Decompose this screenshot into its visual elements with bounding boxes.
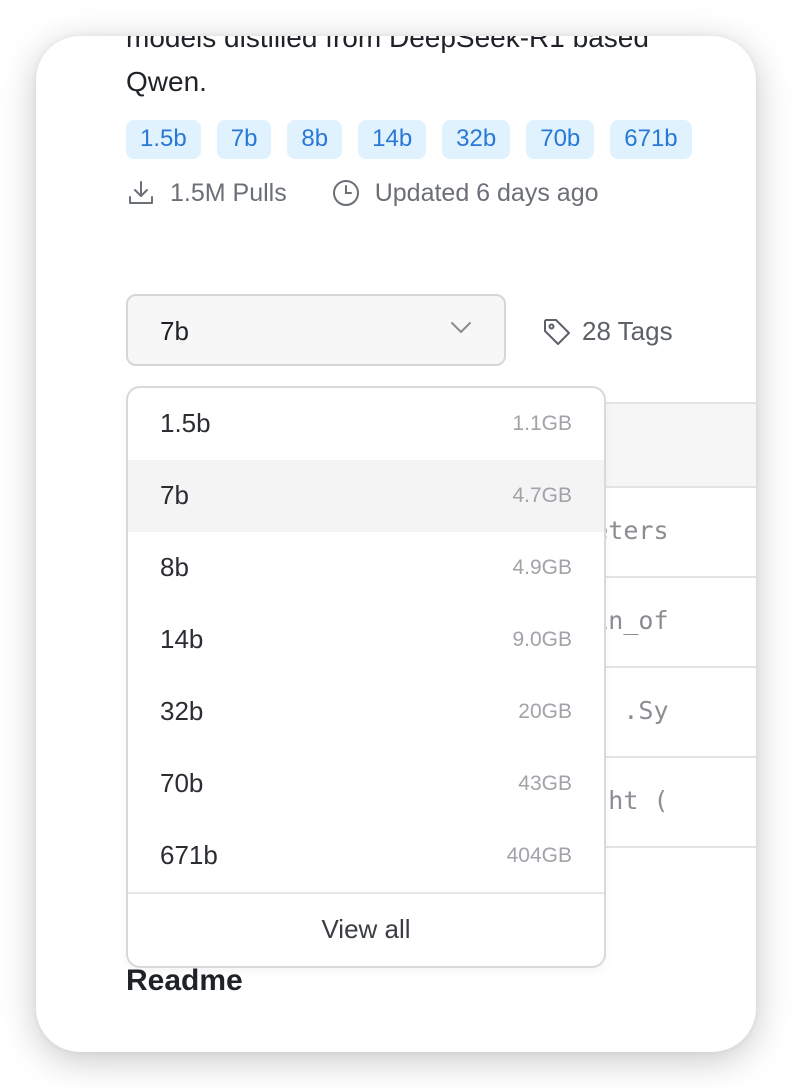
item-size: 404GB [506, 844, 572, 867]
description-line: Qwen. [126, 66, 207, 97]
updated-text: Updated 6 days ago [374, 178, 599, 207]
item-size: 4.7GB [512, 484, 572, 507]
size-tag-8b[interactable]: 8b [287, 120, 343, 159]
view-all-label: View all [321, 914, 411, 944]
tag-icon [542, 317, 572, 347]
dropdown-item-70b[interactable]: 70b 43GB [128, 748, 604, 820]
item-size: 43GB [518, 772, 572, 795]
tags-link[interactable]: 28 Tags [542, 316, 673, 347]
size-dropdown-menu: 1.5b 1.1GB 7b 4.7GB 8b 4.9GB 14b 9.0GB 3… [126, 386, 606, 968]
dropdown-item-8b[interactable]: 8b 4.9GB [128, 532, 604, 604]
size-tag-32b[interactable]: 32b [442, 120, 511, 159]
item-name: 70b [160, 768, 204, 798]
model-card: models distilled from DeepSeek-R1 based … [36, 36, 756, 1052]
tags-count: 28 Tags [582, 316, 673, 346]
dropdown-item-32b[interactable]: 32b 20GB [128, 676, 604, 748]
size-tags: 1.5b 7b 8b 14b 32b 70b 671b [126, 120, 692, 159]
size-tag-1.5b[interactable]: 1.5b [126, 120, 201, 159]
dropdown-item-671b[interactable]: 671b 404GB [128, 820, 604, 892]
chevron-down-icon [450, 321, 472, 340]
size-tag-14b[interactable]: 14b [358, 120, 427, 159]
view-all-button[interactable]: View all [128, 892, 604, 966]
item-name: 14b [160, 624, 204, 654]
dropdown-item-7b[interactable]: 7b 4.7GB [128, 460, 604, 532]
size-tag-70b[interactable]: 70b [526, 120, 595, 159]
model-size-select[interactable]: 7b [126, 294, 506, 366]
item-name: 7b [160, 480, 189, 510]
dropdown-item-1.5b[interactable]: 1.5b 1.1GB [128, 388, 604, 460]
download-icon [126, 178, 156, 208]
selected-size: 7b [160, 316, 189, 346]
item-size: 20GB [518, 700, 572, 723]
item-name: 8b [160, 552, 189, 582]
item-size: 1.1GB [512, 412, 572, 435]
pulls-count: 1.5M Pulls [170, 178, 287, 207]
dropdown-list: 1.5b 1.1GB 7b 4.7GB 8b 4.9GB 14b 9.0GB 3… [128, 388, 604, 892]
item-name: 671b [160, 840, 218, 870]
clock-icon [331, 178, 361, 208]
item-size: 4.9GB [512, 556, 572, 579]
size-tag-671b[interactable]: 671b [610, 120, 692, 159]
item-name: 32b [160, 696, 204, 726]
updated-stat: Updated 6 days ago [331, 178, 599, 208]
pulls-stat: 1.5M Pulls [126, 178, 287, 208]
dropdown-item-14b[interactable]: 14b 9.0GB [128, 604, 604, 676]
description-line: models distilled from DeepSeek-R1 based [126, 36, 649, 53]
model-stats: 1.5M Pulls Updated 6 days ago [126, 178, 599, 208]
readme-heading: Readme [126, 964, 243, 997]
item-name: 1.5b [160, 408, 211, 438]
item-size: 9.0GB [512, 628, 572, 651]
size-tag-7b[interactable]: 7b [216, 120, 272, 159]
